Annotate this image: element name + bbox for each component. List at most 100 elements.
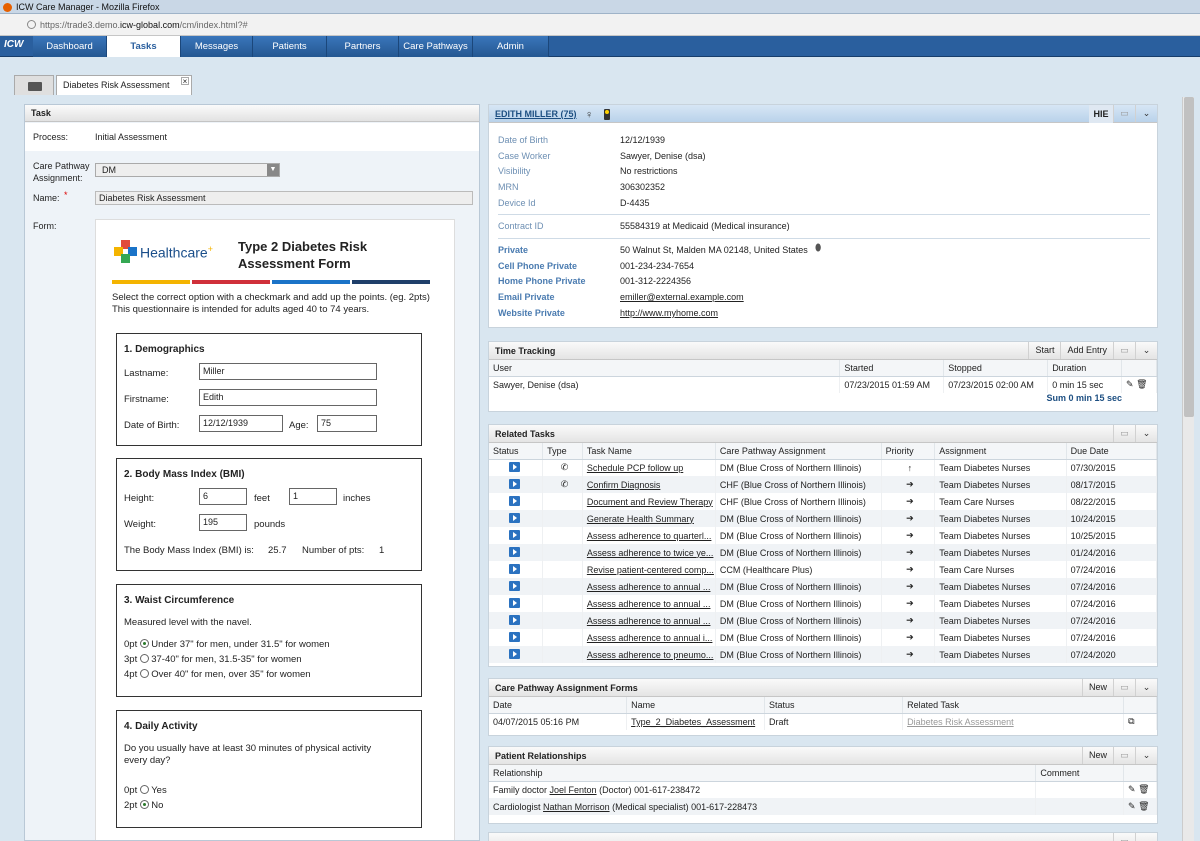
task-name-link[interactable]: Assess adherence to pneumo... (587, 650, 714, 660)
chevron-down-icon[interactable]: ⌄ (1135, 342, 1157, 359)
column-header[interactable]: Care Pathway Assignment (715, 443, 882, 460)
window-icon[interactable]: ▭ (1113, 833, 1135, 841)
table-row[interactable]: Assess adherence to annual ... DM (Blue C… (489, 578, 1158, 595)
window-icon[interactable]: ▭ (1113, 105, 1135, 122)
column-header[interactable]: Stopped (943, 360, 1049, 377)
radio-icon[interactable] (140, 669, 150, 678)
radio-icon[interactable] (140, 785, 150, 794)
task-name-link[interactable]: Assess adherence to annual ... (587, 616, 711, 626)
cpa-select[interactable]: DM ▼ (95, 163, 280, 177)
table-row[interactable]: Revise patient-centered comp... CCM (Heal… (489, 561, 1158, 578)
form-name-link[interactable]: Type_2_Diabetes_Assessment (631, 717, 755, 727)
column-header[interactable]: Status (489, 443, 544, 460)
column-header[interactable]: Status (764, 697, 904, 714)
email-link[interactable]: emiller@external.example.com (620, 292, 744, 302)
play-icon[interactable] (509, 547, 520, 557)
firstname-field[interactable]: Edith (199, 389, 377, 406)
column-header[interactable]: Assignment (934, 443, 1067, 460)
nav-tab-tasks[interactable]: Tasks (107, 36, 181, 57)
trash-icon[interactable]: 🗑 (1136, 379, 1147, 389)
table-row[interactable]: Assess adherence to annual ... DM (Blue C… (489, 612, 1158, 629)
table-row[interactable]: Cardiologist Nathan Morrison (Medical sp… (489, 798, 1157, 815)
table-row[interactable]: Assess adherence to annual i... DM (Blue … (489, 629, 1158, 646)
chevron-down-icon[interactable]: ⌄ (1135, 833, 1157, 841)
table-row[interactable]: Assess adherence to pneumo... DM (Blue Cr… (489, 646, 1158, 663)
nav-tab-messages[interactable]: Messages (181, 36, 253, 57)
task-name-link[interactable]: Assess adherence to annual ... (587, 599, 711, 609)
play-icon[interactable] (509, 632, 520, 642)
edit-icon[interactable]: ✎ (1126, 379, 1134, 389)
task-name-link[interactable]: Confirm Diagnosis (587, 480, 661, 490)
map-pin-icon[interactable]: ⬮ (815, 243, 821, 254)
radio-checked-icon[interactable] (140, 639, 150, 648)
edit-icon[interactable]: ✎ (1128, 784, 1136, 794)
dob-field[interactable]: 12/12/1939 (199, 415, 283, 432)
window-icon[interactable]: ▭ (1113, 425, 1135, 442)
task-name-link[interactable]: Generate Health Summary (587, 514, 694, 524)
radio-icon[interactable] (140, 654, 150, 663)
play-icon[interactable] (509, 462, 520, 473)
play-icon[interactable] (509, 530, 520, 540)
nav-tab-admin[interactable]: Admin (473, 36, 549, 57)
play-icon[interactable] (509, 479, 520, 489)
table-row[interactable]: Document and Review Therapy CHF (Blue Cro… (489, 493, 1158, 510)
chevron-down-icon[interactable]: ⌄ (1135, 679, 1157, 696)
patient-name-link[interactable]: EDITH MILLER (75) (495, 109, 577, 119)
play-icon[interactable] (509, 564, 520, 574)
table-row[interactable]: Assess adherence to twice ye... DM (Blue … (489, 544, 1158, 561)
column-header[interactable]: Related Task (902, 697, 1125, 714)
window-icon[interactable]: ▭ (1113, 342, 1135, 359)
task-name-link[interactable]: Assess adherence to twice ye... (587, 548, 714, 558)
page-scrollbar[interactable] (1182, 97, 1194, 841)
play-icon[interactable] (509, 649, 520, 659)
table-row[interactable]: Sawyer, Denise (dsa) 07/23/2015 01:59 AM… (489, 376, 1157, 393)
trash-icon[interactable]: 🗑 (1138, 784, 1149, 794)
column-header[interactable]: Date (489, 697, 628, 714)
website-link[interactable]: http://www.myhome.com (620, 308, 718, 318)
folder-tab[interactable] (14, 75, 54, 95)
form-related-task-link[interactable]: Diabetes Risk Assessment (907, 717, 1014, 727)
nav-tab-care-pathways[interactable]: Care Pathways (399, 36, 473, 57)
window-icon[interactable]: ▭ (1113, 679, 1135, 696)
task-name-link[interactable]: Schedule PCP follow up (587, 463, 683, 473)
table-row[interactable]: ✆ Schedule PCP follow up DM (Blue Cross of… (489, 459, 1158, 476)
window-icon[interactable]: ▭ (1113, 747, 1135, 764)
open-form-icon[interactable]: ⧉ (1123, 713, 1157, 730)
tab-diabetes-risk-assessment[interactable]: Diabetes Risk Assessment × (56, 75, 192, 95)
url-bar[interactable]: https://trade3.demo.icw-global.com/cm/in… (0, 14, 1200, 36)
play-icon[interactable] (509, 598, 520, 608)
table-row[interactable]: Assess adherence to annual ... DM (Blue C… (489, 595, 1158, 612)
task-name-field[interactable]: Diabetes Risk Assessment (95, 191, 473, 205)
trash-icon[interactable]: 🗑 (1138, 801, 1149, 811)
play-icon[interactable] (509, 496, 520, 506)
column-header[interactable]: Task Name (582, 443, 716, 460)
site-identity-icon[interactable] (27, 20, 36, 29)
column-header[interactable]: Type (542, 443, 583, 460)
column-header[interactable]: Comment (1035, 765, 1125, 782)
column-header[interactable]: Due Date (1066, 443, 1158, 460)
activity-option-no[interactable]: 2pt No (124, 800, 163, 811)
close-icon[interactable]: × (181, 77, 189, 86)
task-name-link[interactable]: Document and Review Therapy (587, 497, 713, 507)
edit-icon[interactable]: ✎ (1128, 801, 1136, 811)
radio-checked-icon[interactable] (140, 800, 150, 809)
chevron-down-icon[interactable]: ⌄ (1135, 425, 1157, 442)
start-button[interactable]: Start (1028, 342, 1060, 359)
hie-button[interactable]: HIE (1089, 105, 1113, 123)
nav-tab-dashboard[interactable]: Dashboard (33, 36, 107, 57)
waist-option-0[interactable]: 0pt Under 37" for men, under 31.5" for wo… (124, 639, 330, 650)
task-name-link[interactable]: Assess adherence to annual ... (587, 582, 711, 592)
height-feet-field[interactable]: 6 (199, 488, 247, 505)
add-entry-button[interactable]: Add Entry (1060, 342, 1113, 359)
table-row[interactable]: 04/07/2015 05:16 PM Type_2_Diabetes_Asse… (489, 713, 1157, 730)
waist-option-1[interactable]: 3pt 37-40" for men, 31.5-35" for women (124, 654, 302, 665)
new-form-button[interactable]: New (1081, 679, 1113, 696)
lastname-field[interactable]: Miller (199, 363, 377, 380)
chevron-down-icon[interactable]: ⌄ (1135, 105, 1157, 122)
column-header[interactable]: Name (626, 697, 766, 714)
play-icon[interactable] (509, 615, 520, 625)
age-field[interactable]: 75 (317, 415, 377, 432)
column-header[interactable]: User (489, 360, 841, 377)
rel-person-link[interactable]: Joel Fenton (550, 785, 597, 795)
activity-option-yes[interactable]: 0pt Yes (124, 785, 167, 796)
